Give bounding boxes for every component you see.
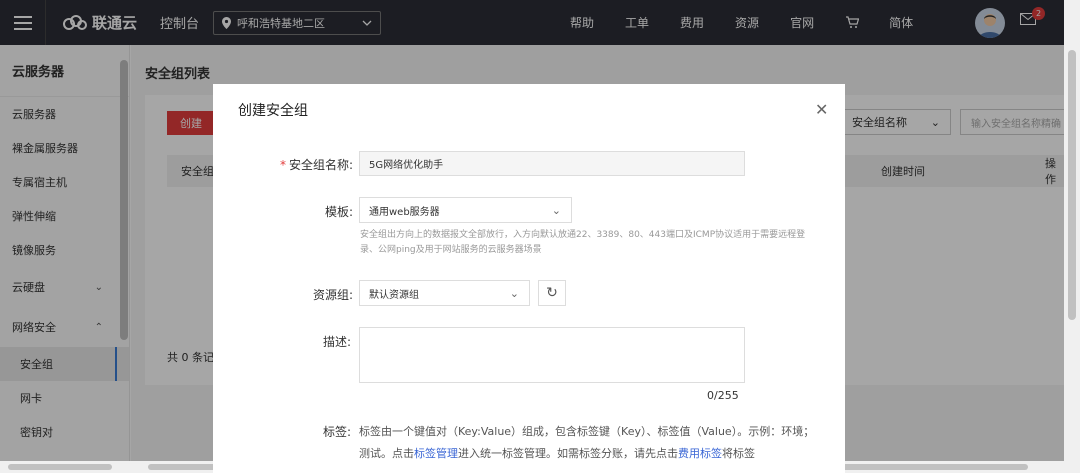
template-value: 通用web服务器 — [369, 206, 440, 218]
create-security-group-dialog: 创建安全组 ✕ * 安全组名称: 5G网络优化助手 模板: 通用web服务器 ⌄ … — [213, 84, 845, 473]
close-icon[interactable]: ✕ — [815, 100, 828, 119]
tag-management-link[interactable]: 标签管理 — [414, 447, 458, 460]
resource-group-value: 默认资源组 — [369, 289, 419, 301]
security-group-name-input[interactable]: 5G网络优化助手 — [359, 151, 745, 176]
description-label: 描述: — [322, 335, 351, 349]
vertical-scrollbar[interactable] — [1064, 0, 1080, 473]
name-label: * 安全组名称: — [279, 158, 353, 172]
template-select[interactable]: 通用web服务器 ⌄ — [359, 197, 572, 223]
tag-label: 标签: — [323, 425, 352, 439]
description-textarea[interactable] — [359, 327, 745, 383]
refresh-icon[interactable]: ↻ — [538, 280, 566, 306]
dialog-title: 创建安全组 — [238, 103, 308, 119]
resource-group-label: 资源组: — [312, 288, 353, 302]
chevron-down-icon: ⌄ — [551, 203, 561, 217]
tag-description: 标签由一个键值对（Key:Value）组成，包含标签键（Key）、标签值（Val… — [359, 425, 815, 460]
description-char-count: 0/255 — [707, 389, 739, 402]
resource-group-select[interactable]: 默认资源组 ⌄ — [359, 280, 530, 306]
template-label: 模板: — [324, 205, 353, 219]
template-hint: 安全组出方向上的数据报文全部放行，入方向默认放通22、3389、80、443端口… — [360, 230, 806, 255]
cost-tag-link[interactable]: 费用标签 — [678, 447, 722, 460]
chevron-down-icon: ⌄ — [509, 286, 519, 300]
